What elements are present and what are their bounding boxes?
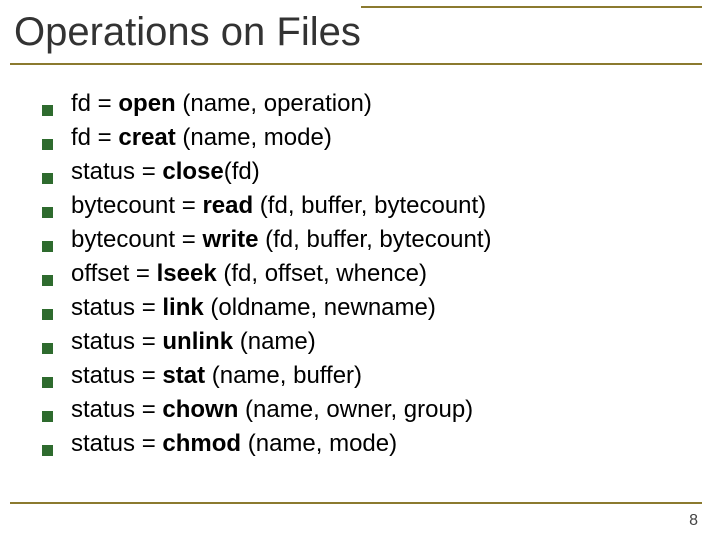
item-args: (name) — [233, 328, 316, 355]
list-item: bytecount = read (fd, buffer, bytecount) — [42, 192, 680, 220]
slide-title: Operations on Files — [10, 6, 361, 57]
item-fn: close — [162, 158, 223, 185]
list-item-text: bytecount = write (fd, buffer, bytecount… — [71, 226, 491, 254]
slide: Operations on Files fd = open (name, ope… — [0, 0, 720, 540]
item-args: (name, owner, group) — [238, 396, 473, 423]
item-args: (name, mode) — [241, 430, 397, 457]
item-fn: unlink — [162, 328, 233, 355]
item-args: (fd, offset, whence) — [217, 260, 427, 287]
item-lhs: bytecount = — [71, 192, 202, 219]
item-lhs: status = — [71, 294, 162, 321]
item-fn: link — [162, 294, 203, 321]
bullet-icon — [42, 241, 53, 252]
item-fn: write — [202, 226, 258, 253]
item-fn: open — [118, 90, 175, 117]
page-number: 8 — [689, 512, 698, 530]
bullet-icon — [42, 445, 53, 456]
list-item-text: offset = lseek (fd, offset, whence) — [71, 260, 427, 288]
list-item: status = stat (name, buffer) — [42, 362, 680, 390]
list-item: fd = creat (name, mode) — [42, 124, 680, 152]
list-item: status = chown (name, owner, group) — [42, 396, 680, 424]
list-item-text: status = chown (name, owner, group) — [71, 396, 473, 424]
list-item: status = link (oldname, newname) — [42, 294, 680, 322]
item-lhs: status = — [71, 328, 162, 355]
item-lhs: status = — [71, 158, 162, 185]
title-container: Operations on Files — [10, 6, 702, 65]
list-item-text: status = unlink (name) — [71, 328, 316, 356]
list-item: bytecount = write (fd, buffer, bytecount… — [42, 226, 680, 254]
item-lhs: fd = — [71, 90, 118, 117]
list-item: offset = lseek (fd, offset, whence) — [42, 260, 680, 288]
list-item-text: status = stat (name, buffer) — [71, 362, 362, 390]
list-item: status = close(fd) — [42, 158, 680, 186]
bullet-icon — [42, 343, 53, 354]
bullet-icon — [42, 207, 53, 218]
item-args: (fd) — [224, 158, 260, 185]
item-fn: stat — [162, 362, 205, 389]
bullet-icon — [42, 411, 53, 422]
item-args: (name, buffer) — [205, 362, 362, 389]
list-item-text: fd = open (name, operation) — [71, 90, 372, 118]
item-lhs: status = — [71, 362, 162, 389]
item-args: (name, mode) — [176, 124, 332, 151]
list-item-text: status = link (oldname, newname) — [71, 294, 436, 322]
item-lhs: bytecount = — [71, 226, 202, 253]
item-fn: lseek — [157, 260, 217, 287]
list-item: fd = open (name, operation) — [42, 90, 680, 118]
list-item-text: fd = creat (name, mode) — [71, 124, 332, 152]
bullet-icon — [42, 377, 53, 388]
item-args: (fd, buffer, bytecount) — [253, 192, 486, 219]
bullet-icon — [42, 173, 53, 184]
item-lhs: status = — [71, 430, 162, 457]
list-item: status = unlink (name) — [42, 328, 680, 356]
bullet-icon — [42, 105, 53, 116]
bullet-icon — [42, 275, 53, 286]
item-fn: creat — [118, 124, 175, 151]
list-item: status = chmod (name, mode) — [42, 430, 680, 458]
list-item-text: status = chmod (name, mode) — [71, 430, 397, 458]
list-item-text: status = close(fd) — [71, 158, 260, 186]
bullet-list: fd = open (name, operation) fd = creat (… — [42, 90, 680, 464]
item-lhs: offset = — [71, 260, 157, 287]
item-lhs: status = — [71, 396, 162, 423]
item-lhs: fd = — [71, 124, 118, 151]
footer-rule — [10, 502, 702, 504]
item-args: (fd, buffer, bytecount) — [258, 226, 491, 253]
item-args: (name, operation) — [176, 90, 372, 117]
bullet-icon — [42, 139, 53, 150]
list-item-text: bytecount = read (fd, buffer, bytecount) — [71, 192, 486, 220]
item-fn: read — [202, 192, 253, 219]
bullet-icon — [42, 309, 53, 320]
item-fn: chmod — [162, 430, 241, 457]
item-args: (oldname, newname) — [204, 294, 436, 321]
item-fn: chown — [162, 396, 238, 423]
